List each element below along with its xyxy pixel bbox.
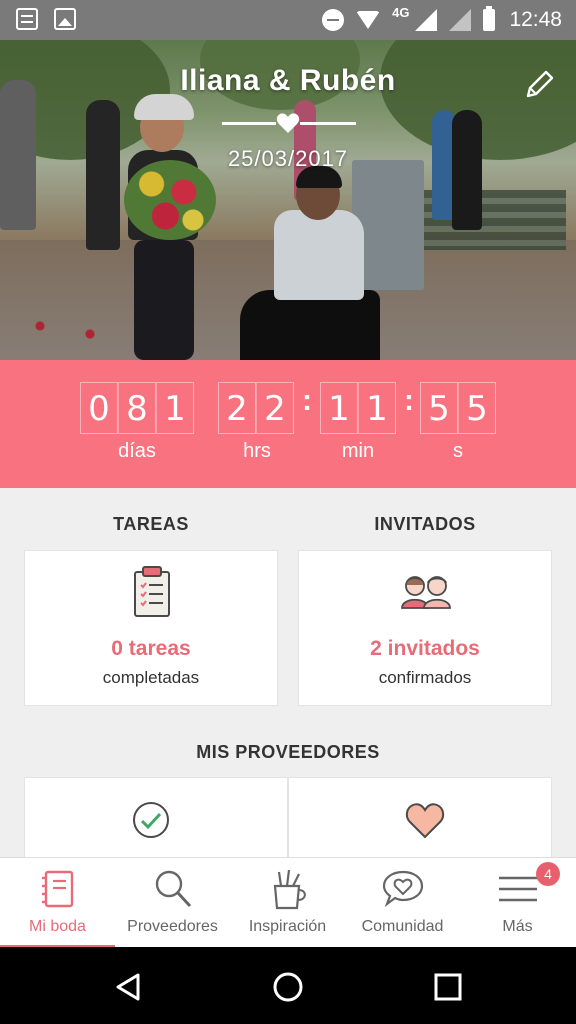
countdown-label-hours: hrs: [243, 440, 271, 462]
countdown-digit: 2: [218, 382, 256, 434]
tasks-title: TAREAS: [113, 514, 189, 534]
vendors-booked-card[interactable]: [24, 777, 288, 867]
heart-icon: [276, 113, 300, 133]
vendors-favorites-card[interactable]: [288, 777, 552, 867]
countdown-minutes: 1 1: [320, 382, 396, 434]
countdown-label-seconds: s: [453, 440, 463, 462]
countdown-label-minutes: min: [341, 440, 375, 462]
nav-item-inspiracion[interactable]: Inspiración: [230, 858, 345, 948]
countdown-digit: 5: [458, 382, 496, 434]
countdown-separator: :: [302, 384, 312, 417]
gallery-icon: [54, 8, 76, 30]
tasks-subtitle: completadas: [102, 668, 200, 687]
countdown-seconds: 5 5: [420, 382, 496, 434]
guests-count: 2 invitados: [370, 637, 480, 660]
nav-item-comunidad[interactable]: Comunidad: [345, 858, 460, 948]
nav-label: Inspiración: [248, 918, 327, 935]
countdown-digit: 1: [156, 382, 194, 434]
network-type: 4G: [392, 4, 410, 20]
countdown-digit: 5: [420, 382, 458, 434]
countdown-separator: :: [404, 384, 414, 417]
clipboard-checklist-icon: [134, 566, 170, 617]
battery-icon: [483, 6, 496, 31]
countdown-digit: 1: [358, 382, 396, 434]
guests-subtitle: confirmados: [378, 668, 472, 687]
countdown-digit: 1: [320, 382, 358, 434]
title-divider-right: [300, 122, 356, 125]
vendors-title: MIS PROVEEDORES: [196, 742, 380, 762]
notes-icon: [16, 8, 38, 30]
clock: 12:48: [509, 8, 562, 31]
notification-badge: 4: [536, 862, 560, 886]
signal-icon: [415, 9, 438, 31]
countdown-hours: 2 2: [218, 382, 294, 434]
guests-card[interactable]: 2 invitados confirmados: [298, 550, 552, 706]
countdown-banner: 0 8 1 2 2 : 1 1 : 5 5: [0, 360, 576, 488]
status-bar: 4G 12:48: [0, 0, 576, 40]
status-bar-right: 4G 12:48: [322, 4, 562, 34]
wifi-icon: [356, 11, 381, 29]
tasks-card[interactable]: 0 tareas completadas: [24, 550, 278, 706]
nav-label: Comunidad: [361, 918, 444, 935]
title-divider-left: [222, 122, 276, 125]
status-bar-left: [16, 8, 76, 30]
home-icon[interactable]: [272, 971, 304, 1003]
pencil-cup-icon: [273, 869, 306, 910]
notebook-icon: [42, 870, 74, 908]
search-icon: [155, 870, 192, 908]
countdown-days: 0 8 1: [80, 382, 194, 434]
edit-icon[interactable]: [520, 68, 556, 104]
signal-secondary-icon: [449, 9, 472, 31]
menu-icon: [499, 876, 537, 902]
nav-label: Más: [502, 918, 533, 935]
do-not-disturb-icon: [322, 9, 345, 31]
countdown-digit: 2: [256, 382, 294, 434]
back-icon[interactable]: [112, 971, 144, 1003]
system-navigation-bar: [0, 947, 576, 1024]
recents-icon[interactable]: [432, 971, 464, 1003]
wedding-date: 25/03/2017: [227, 146, 349, 171]
couple-name: Iliana & Rubén: [180, 64, 396, 97]
nav-item-proveedores[interactable]: Proveedores: [115, 858, 230, 948]
countdown-label-days: días: [118, 440, 156, 462]
countdown-digit: 0: [80, 382, 118, 434]
nav-label: Proveedores: [127, 918, 218, 935]
tasks-count: 0 tareas: [111, 637, 191, 660]
couple-avatars-icon: [401, 576, 451, 609]
countdown-digit: 8: [118, 382, 156, 434]
guests-title: INVITADOS: [374, 514, 476, 534]
chat-heart-icon: [382, 870, 424, 908]
bottom-navigation: Mi boda Proveedores Inspiración Comunida…: [0, 857, 576, 948]
nav-label: Mi boda: [29, 918, 86, 935]
nav-item-mas[interactable]: 4 Más: [460, 858, 575, 948]
nav-item-mi-boda[interactable]: Mi boda: [0, 858, 115, 948]
heart-icon: [405, 803, 445, 839]
checkmark-circle-icon: [133, 802, 169, 838]
